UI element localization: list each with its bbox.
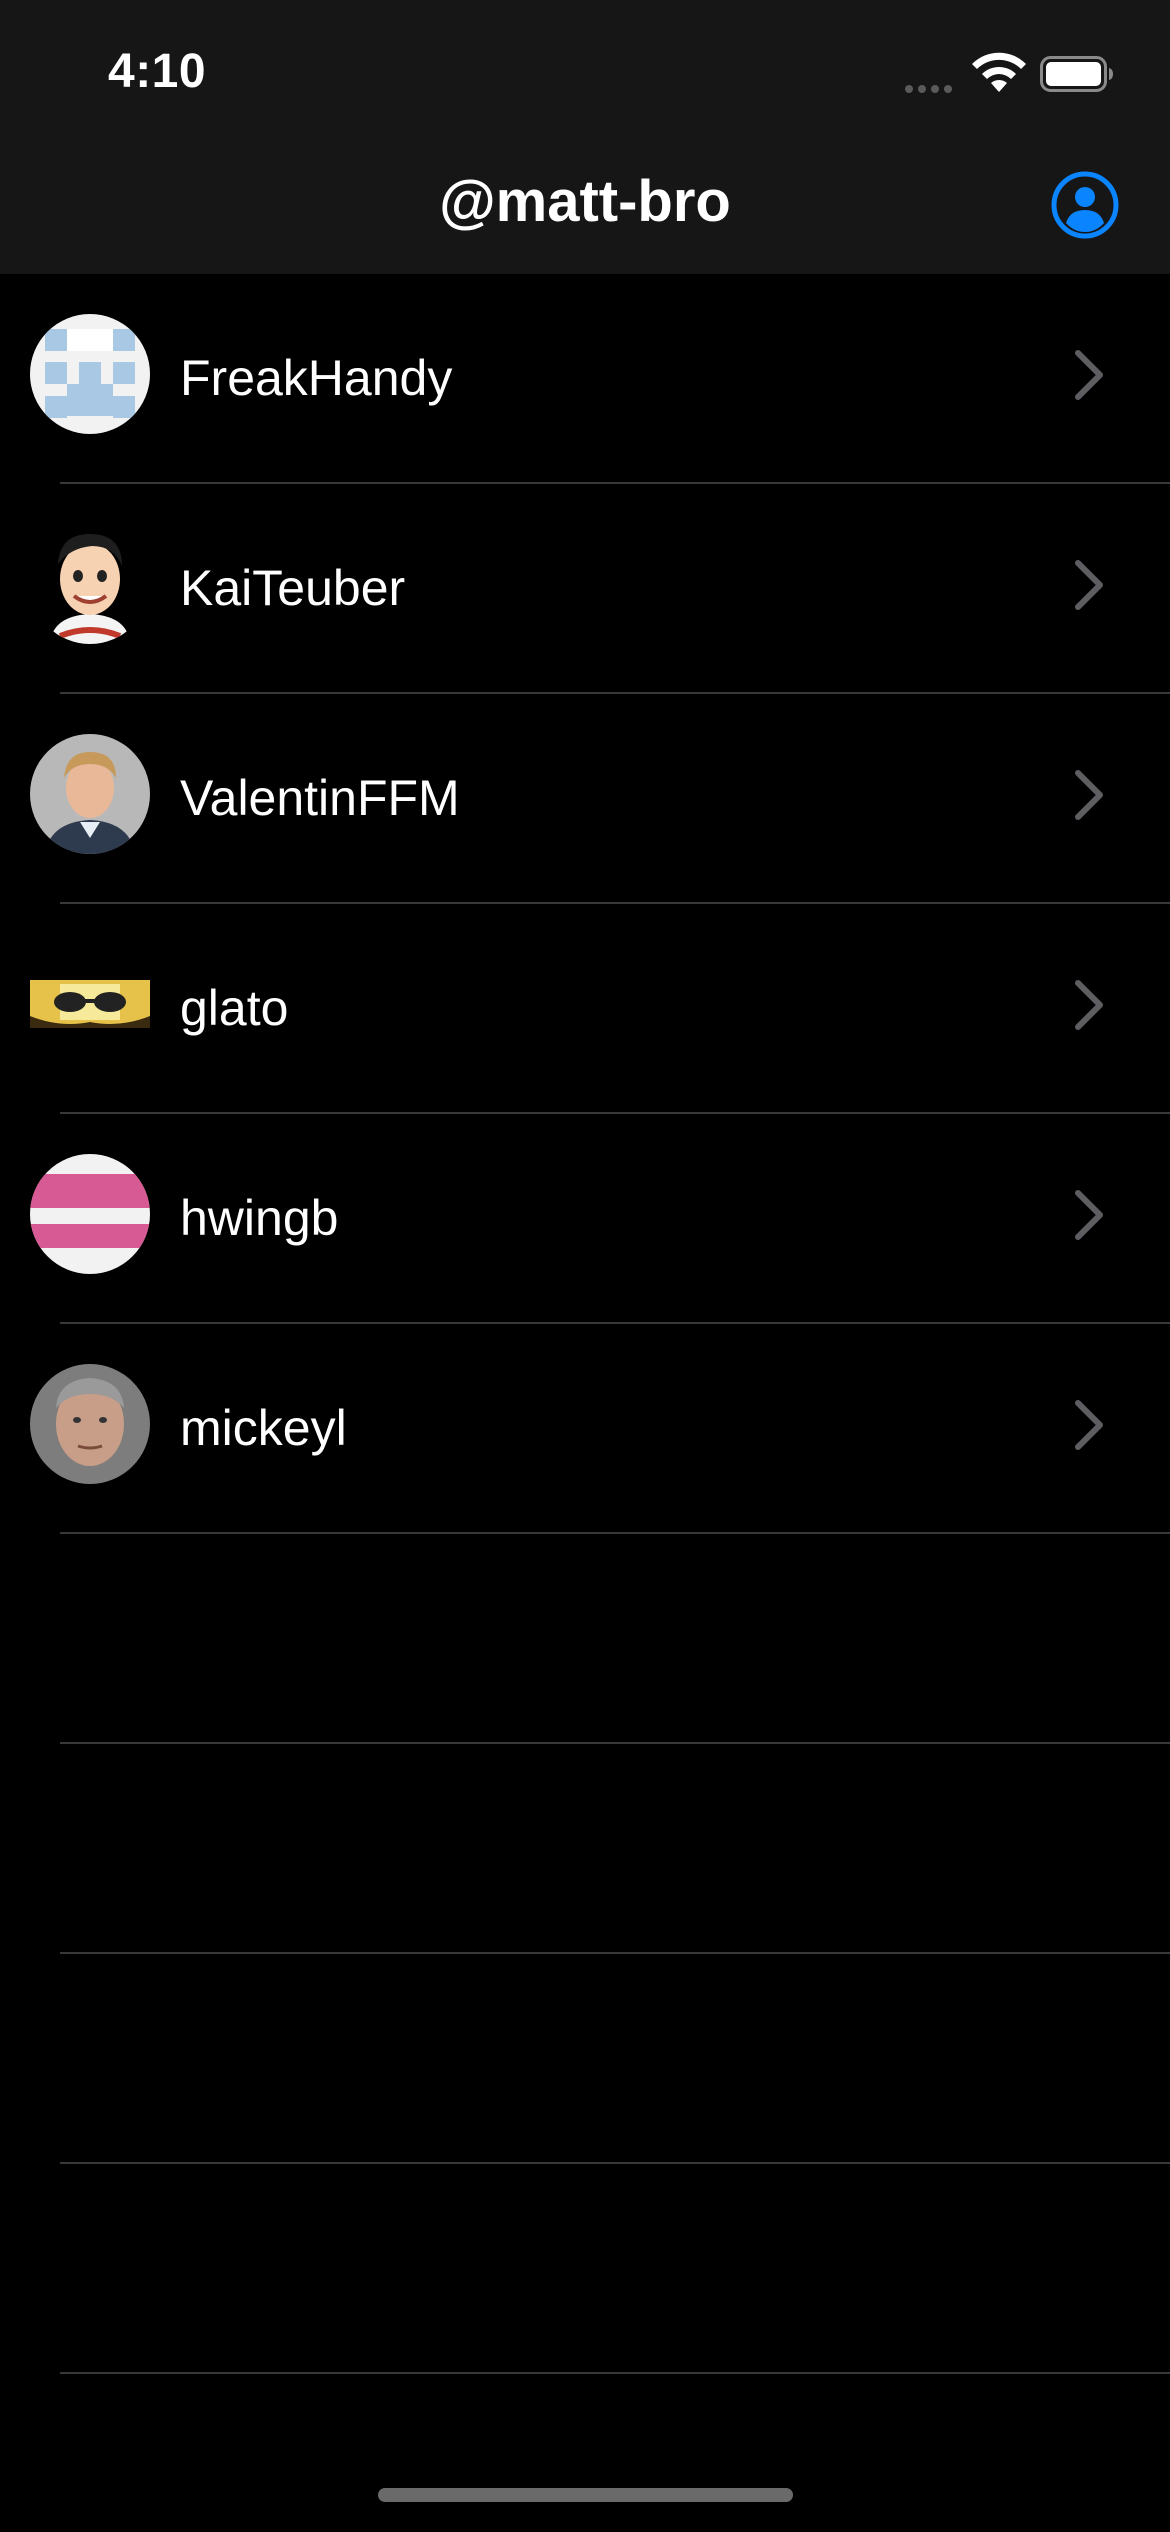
username: hwingb [180, 1190, 339, 1246]
page-title: @matt-bro [439, 169, 731, 234]
wifi-icon [972, 52, 1026, 92]
list-item[interactable]: ValentinFFM [0, 694, 1170, 904]
chevron-right-icon [1075, 980, 1103, 1030]
empty-row [0, 2164, 1170, 2374]
username: mickeyl [180, 1400, 347, 1456]
avatar [30, 314, 150, 434]
list-item[interactable]: KaiTeuber [0, 484, 1170, 694]
user-list: FreakHandy KaiTeuber ValentinFFM glato h… [0, 274, 1170, 2374]
list-item[interactable]: glato [0, 904, 1170, 1114]
separator [60, 2372, 1170, 2374]
battery-icon [1040, 56, 1113, 92]
cellular-signal-icon [905, 80, 957, 98]
list-item[interactable]: mickeyl [0, 1324, 1170, 1534]
chevron-right-icon [1075, 560, 1103, 610]
username: glato [180, 980, 289, 1036]
list-item[interactable]: hwingb [0, 1114, 1170, 1324]
empty-row [0, 1744, 1170, 1954]
list-item[interactable]: FreakHandy [0, 274, 1170, 484]
avatar [30, 1364, 150, 1484]
empty-row [0, 1954, 1170, 2164]
chevron-right-icon [1075, 350, 1103, 400]
username: KaiTeuber [180, 560, 406, 616]
empty-row [0, 1534, 1170, 1744]
avatar [30, 944, 150, 1064]
avatar [30, 734, 150, 854]
avatar [30, 1154, 150, 1274]
chevron-right-icon [1075, 1190, 1103, 1240]
status-time: 4:10 [108, 45, 207, 98]
username: FreakHandy [180, 350, 453, 406]
person-circle-icon[interactable] [1050, 170, 1120, 240]
chevron-right-icon [1075, 1400, 1103, 1450]
home-indicator[interactable] [378, 2488, 793, 2502]
avatar [30, 524, 150, 644]
status-bar: 4:10 [0, 0, 1170, 140]
username: ValentinFFM [180, 770, 460, 826]
chevron-right-icon [1075, 770, 1103, 820]
navigation-bar: @matt-bro [0, 140, 1170, 274]
